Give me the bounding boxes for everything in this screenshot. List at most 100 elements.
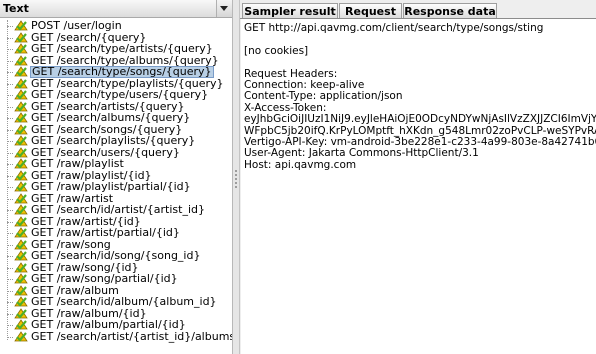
split-pane-divider[interactable] — [233, 0, 240, 354]
sampler-ok-icon — [14, 20, 28, 31]
sampler-ok-icon — [14, 273, 28, 284]
tree-item-label: GET /search/artist/{artist_id}/albums — [31, 329, 233, 343]
tree-item[interactable]: GET /raw/album/partial/{id} — [0, 319, 232, 331]
sampler-ok-icon — [14, 31, 28, 43]
tree-item[interactable]: GET /search/id/artist/{artist_id} — [0, 204, 232, 216]
tree-connector — [7, 141, 13, 142]
sampler-tree: POST /user/login GET /search/{query} GET /… — [0, 20, 232, 342]
dropdown-button[interactable] — [216, 0, 232, 17]
divider-grip — [235, 174, 237, 176]
tree-item[interactable]: GET /search/playlists/{query} — [0, 135, 232, 147]
sampler-ok-icon — [14, 77, 28, 89]
divider-grip — [235, 186, 237, 188]
divider-grip — [235, 178, 237, 180]
tree-connector — [7, 302, 13, 303]
tree-connector — [7, 72, 13, 73]
tree-item[interactable]: GET /search/albums/{query} — [0, 112, 232, 124]
tab-response-data[interactable]: Response data — [403, 3, 497, 18]
tree-connector — [7, 233, 13, 234]
tree-connector — [7, 336, 13, 338]
tree-connector — [7, 221, 13, 223]
sampler-ok-icon — [14, 250, 28, 261]
tree-connector — [7, 152, 13, 154]
sampler-ok-icon — [14, 330, 28, 342]
tree-item-label: GET /raw/playlist — [31, 157, 124, 170]
tree-item-label: GET /search/id/song/{song_id} — [31, 249, 201, 262]
tree-connector — [7, 279, 13, 280]
tree-item[interactable]: GET /search/type/users/{query} — [0, 89, 232, 101]
tab-request[interactable]: Request — [339, 3, 402, 18]
tab-bar: Sampler result Request Response data — [240, 0, 596, 19]
tree-item-label: GET /raw/song/partial/{id} — [31, 272, 178, 285]
tree-connector — [7, 26, 13, 27]
tree-item[interactable]: GET /raw/artist/partial/{id} — [0, 227, 232, 239]
tree-item-label: POST /user/login — [31, 19, 122, 32]
sampler-ok-icon — [14, 158, 28, 169]
sampler-ok-icon — [14, 100, 28, 112]
tree-connector — [7, 118, 13, 119]
tree-connector — [7, 244, 13, 246]
tree-connector — [7, 95, 13, 96]
tree-item[interactable]: GET /search/type/artists/{query} — [0, 43, 232, 55]
sampler-ok-icon — [14, 204, 28, 215]
sampler-ok-icon — [14, 215, 28, 227]
request-text: GET http://api.qavmg.com/client/search/t… — [244, 22, 596, 171]
tree-connector — [7, 129, 13, 131]
tree-item-label: GET /search/playlists/{query} — [31, 134, 196, 147]
tree-item-label: GET /search/albums/{query} — [31, 111, 191, 124]
renderer-selector[interactable]: Text — [0, 0, 232, 18]
request-content[interactable]: GET http://api.qavmg.com/client/search/t… — [241, 19, 596, 354]
tree-connector — [7, 37, 13, 39]
sampler-ok-icon — [14, 238, 28, 250]
tree-connector — [7, 290, 13, 292]
sampler-ok-icon — [14, 261, 28, 273]
tree-connector — [7, 60, 13, 62]
tree-item-label: GET /search/type/artists/{query} — [31, 42, 213, 55]
tree-connector — [7, 106, 13, 108]
divider-grip — [235, 170, 237, 172]
tree-item-label: GET /raw/album/partial/{id} — [31, 318, 186, 331]
tree-connector — [7, 198, 13, 200]
tree-item-label: GET /raw/artist/partial/{id} — [31, 226, 180, 239]
sampler-ok-icon — [14, 54, 28, 66]
tree-item[interactable]: GET /search/id/album/{album_id} — [0, 296, 232, 308]
tree-connector — [7, 175, 13, 177]
tree-connector — [7, 325, 13, 326]
tree-item[interactable]: GET /search/type/songs/{query} — [0, 66, 232, 78]
tree-item[interactable]: GET /raw/playlist — [0, 158, 232, 170]
sampler-ok-icon — [14, 66, 28, 77]
tree-connector — [7, 256, 13, 257]
result-panel: Sampler result Request Response data GET… — [240, 0, 596, 354]
tab-sampler-result[interactable]: Sampler result — [242, 3, 338, 18]
sampler-ok-icon — [14, 181, 28, 192]
tree-connector — [7, 83, 13, 85]
renderer-label: Text — [3, 2, 29, 15]
tree-connector — [7, 187, 13, 188]
tree-connector — [7, 164, 13, 165]
sampler-ok-icon — [14, 227, 28, 238]
sampler-ok-icon — [14, 307, 28, 319]
chevron-down-icon — [220, 6, 228, 11]
tree-item[interactable]: GET /raw/song/partial/{id} — [0, 273, 232, 285]
sampler-ok-icon — [14, 89, 28, 100]
sampler-ok-icon — [14, 296, 28, 307]
tree-item-label: GET /search/id/album/{album_id} — [31, 295, 217, 308]
tree-item[interactable]: GET /search/id/song/{song_id} — [0, 250, 232, 262]
tree-item-label: GET /raw/playlist/partial/{id} — [31, 180, 191, 193]
tree-connector — [7, 210, 13, 211]
tree-connector — [7, 49, 13, 50]
sampler-ok-icon — [14, 319, 28, 330]
sampler-ok-icon — [14, 123, 28, 135]
sampler-ok-icon — [14, 169, 28, 181]
sampler-tree-panel: Text POST /user/login GET /search/{query}… — [0, 0, 233, 354]
tree-item[interactable]: GET /raw/playlist/partial/{id} — [0, 181, 232, 193]
sampler-ok-icon — [14, 112, 28, 123]
tree-item-label: GET /search/type/songs/{query} — [30, 65, 214, 78]
sampler-ok-icon — [14, 146, 28, 158]
tree-item-label: GET /search/id/artist/{artist_id} — [31, 203, 205, 216]
sampler-ok-icon — [14, 135, 28, 146]
tree-item[interactable]: GET /search/artist/{artist_id}/albums — [0, 329, 233, 343]
tree-item[interactable]: POST /user/login — [0, 20, 232, 32]
tree-connector — [7, 267, 13, 269]
tree-item-label: GET /search/type/users/{query} — [31, 88, 209, 101]
